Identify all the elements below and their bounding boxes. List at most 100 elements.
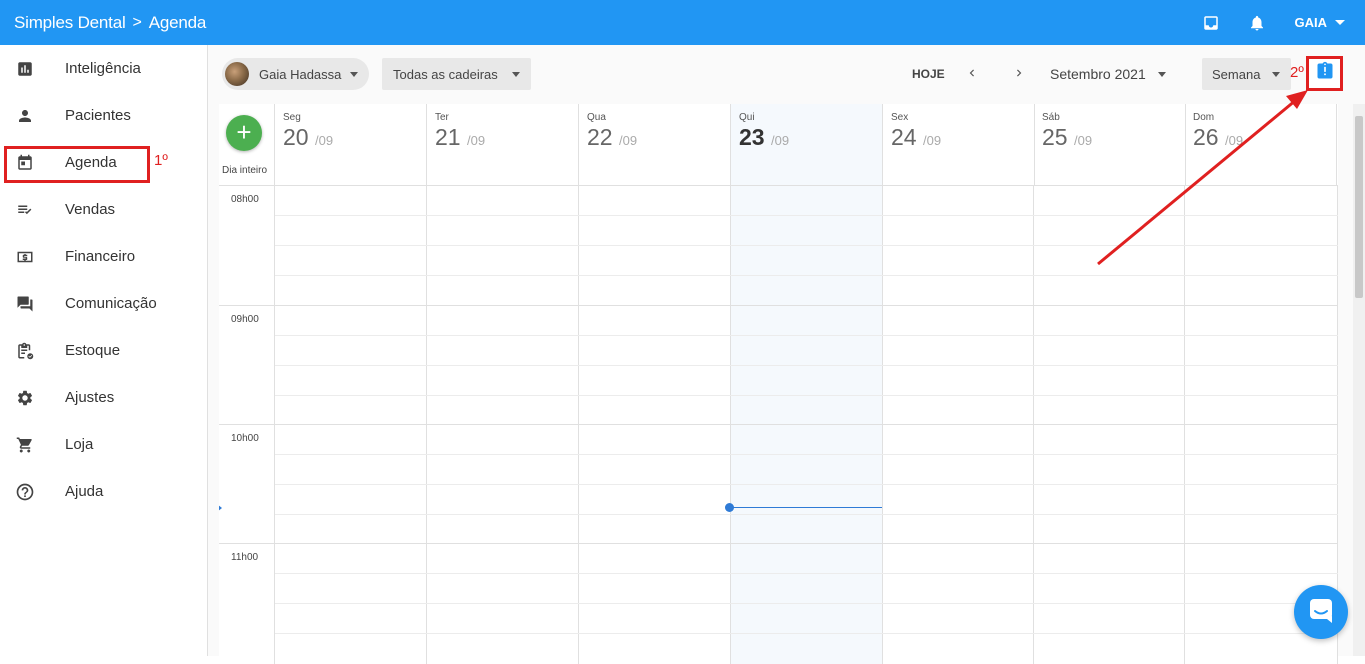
slot-line: [275, 603, 1338, 604]
chevron-down-icon: [1335, 20, 1345, 25]
day-month: /09: [1225, 133, 1243, 148]
slot-line: [275, 484, 1338, 485]
hour-label: 10h00: [231, 433, 259, 444]
slot-line: [275, 395, 1338, 396]
hour-label: 08h00: [231, 194, 259, 205]
day-name: Qui: [739, 112, 882, 123]
day-header-qua[interactable]: Qua 22 /09: [579, 104, 731, 186]
sidebar-item-vendas[interactable]: Vendas: [0, 186, 207, 233]
alert-clipboard-button[interactable]: [1306, 56, 1343, 91]
slot-line: [275, 365, 1338, 366]
scrollbar-thumb[interactable]: [1355, 116, 1363, 298]
time-grid[interactable]: 08h00 09h00 10h00 11h00: [219, 186, 1338, 664]
month-select[interactable]: Setembro 2021: [1050, 66, 1166, 82]
hour-label: 11h00: [231, 552, 258, 563]
sidebar-item-comunicacao[interactable]: Comunicação: [0, 280, 207, 327]
main-area: Gaia Hadassa Todas as cadeiras HOJE Sete…: [208, 45, 1365, 656]
chairs-select[interactable]: Todas as cadeiras: [382, 58, 531, 90]
today-button[interactable]: HOJE: [912, 67, 945, 81]
chevron-down-icon: [350, 72, 358, 77]
slot-line: [275, 454, 1338, 455]
user-menu[interactable]: GAIA: [1295, 15, 1346, 30]
day-header-seg[interactable]: Seg 20 /09: [275, 104, 427, 186]
money-icon: [15, 247, 35, 267]
sidebar-item-label: Ajustes: [65, 389, 114, 406]
bar-chart-icon: [15, 59, 35, 79]
slot-line: [275, 245, 1338, 246]
person-icon: [15, 106, 35, 126]
current-time-line: [730, 507, 882, 508]
all-day-label: Dia inteiro: [222, 165, 267, 176]
slot-line: [275, 514, 1338, 515]
sidebar-item-loja[interactable]: Loja: [0, 421, 207, 468]
slot-line: [275, 335, 1338, 336]
chevron-right-icon[interactable]: [1010, 64, 1028, 82]
day-header-qui[interactable]: Qui 23 /09: [731, 104, 883, 186]
app-name[interactable]: Simples Dental: [14, 13, 126, 33]
sidebar-item-label: Ajuda: [65, 483, 103, 500]
slot-line: [275, 573, 1338, 574]
chevron-down-icon: [1158, 72, 1166, 77]
sidebar-item-label: Inteligência: [65, 60, 141, 77]
inbox-icon[interactable]: [1199, 11, 1223, 35]
view-select[interactable]: Semana: [1202, 58, 1291, 90]
sidebar-item-estoque[interactable]: Estoque: [0, 327, 207, 374]
slot-line: [275, 215, 1338, 216]
current-time-marker: [219, 504, 222, 512]
chairs-label: Todas as cadeiras: [393, 67, 498, 82]
sidebar-item-label: Estoque: [65, 342, 120, 359]
day-header-sab[interactable]: Sáb 25 /09: [1034, 104, 1186, 186]
hour-row-10: 10h00: [219, 425, 1338, 545]
hour-row-11: 11h00: [219, 544, 1338, 664]
annotation-step-1: 1º: [154, 152, 168, 169]
day-month: /09: [619, 133, 637, 148]
add-appointment-button[interactable]: +: [226, 115, 262, 151]
day-number: 25: [1042, 124, 1068, 150]
sidebar: Inteligência Pacientes Agenda Vendas Fin…: [0, 45, 208, 656]
day-month: /09: [923, 133, 941, 148]
chat-icon: [15, 294, 35, 314]
day-number: 20: [283, 124, 309, 150]
chevron-down-icon: [512, 72, 520, 77]
chevron-down-icon: [1272, 72, 1280, 77]
sidebar-item-label: Comunicação: [65, 295, 157, 312]
hour-row-08: 08h00: [219, 186, 1338, 306]
day-name: Sáb: [1042, 112, 1185, 123]
all-day-corner: + Dia inteiro: [219, 104, 275, 186]
day-header-ter[interactable]: Ter 21 /09: [427, 104, 579, 186]
slot-line: [275, 275, 1338, 276]
vertical-scrollbar[interactable]: [1353, 104, 1365, 656]
sidebar-item-label: Loja: [65, 436, 93, 453]
clipboard-icon: [15, 341, 35, 361]
sidebar-item-pacientes[interactable]: Pacientes: [0, 92, 207, 139]
top-actions: GAIA: [1199, 0, 1365, 45]
sidebar-item-label: Pacientes: [65, 107, 131, 124]
day-name: Dom: [1193, 112, 1336, 123]
sidebar-item-label: Financeiro: [65, 248, 135, 265]
chevron-left-icon[interactable]: [963, 64, 981, 82]
chat-launcher-button[interactable]: [1294, 585, 1348, 639]
page-title: Agenda: [149, 13, 206, 33]
bell-icon[interactable]: [1245, 11, 1269, 35]
sidebar-item-ajustes[interactable]: Ajustes: [0, 374, 207, 421]
day-month: /09: [315, 133, 333, 148]
avatar: [225, 62, 249, 86]
sidebar-item-financeiro[interactable]: Financeiro: [0, 233, 207, 280]
sidebar-item-inteligencia[interactable]: Inteligência: [0, 45, 207, 92]
user-name: GAIA: [1295, 15, 1328, 30]
day-number: 21: [435, 124, 461, 150]
day-header-dom[interactable]: Dom 26 /09: [1185, 104, 1337, 186]
day-name: Sex: [891, 112, 1034, 123]
sidebar-item-ajuda[interactable]: Ajuda: [0, 468, 207, 515]
day-month: /09: [771, 133, 789, 148]
day-number: 26: [1193, 124, 1219, 150]
chat-bubble-icon: [1307, 596, 1335, 629]
day-number: 24: [891, 124, 917, 150]
professional-name: Gaia Hadassa: [259, 67, 341, 82]
list-check-icon: [15, 200, 35, 220]
slot-line: [275, 633, 1338, 634]
help-icon: [15, 482, 35, 502]
professional-select[interactable]: Gaia Hadassa: [222, 58, 369, 90]
month-label: Setembro 2021: [1050, 66, 1146, 82]
day-header-sex[interactable]: Sex 24 /09: [883, 104, 1035, 186]
